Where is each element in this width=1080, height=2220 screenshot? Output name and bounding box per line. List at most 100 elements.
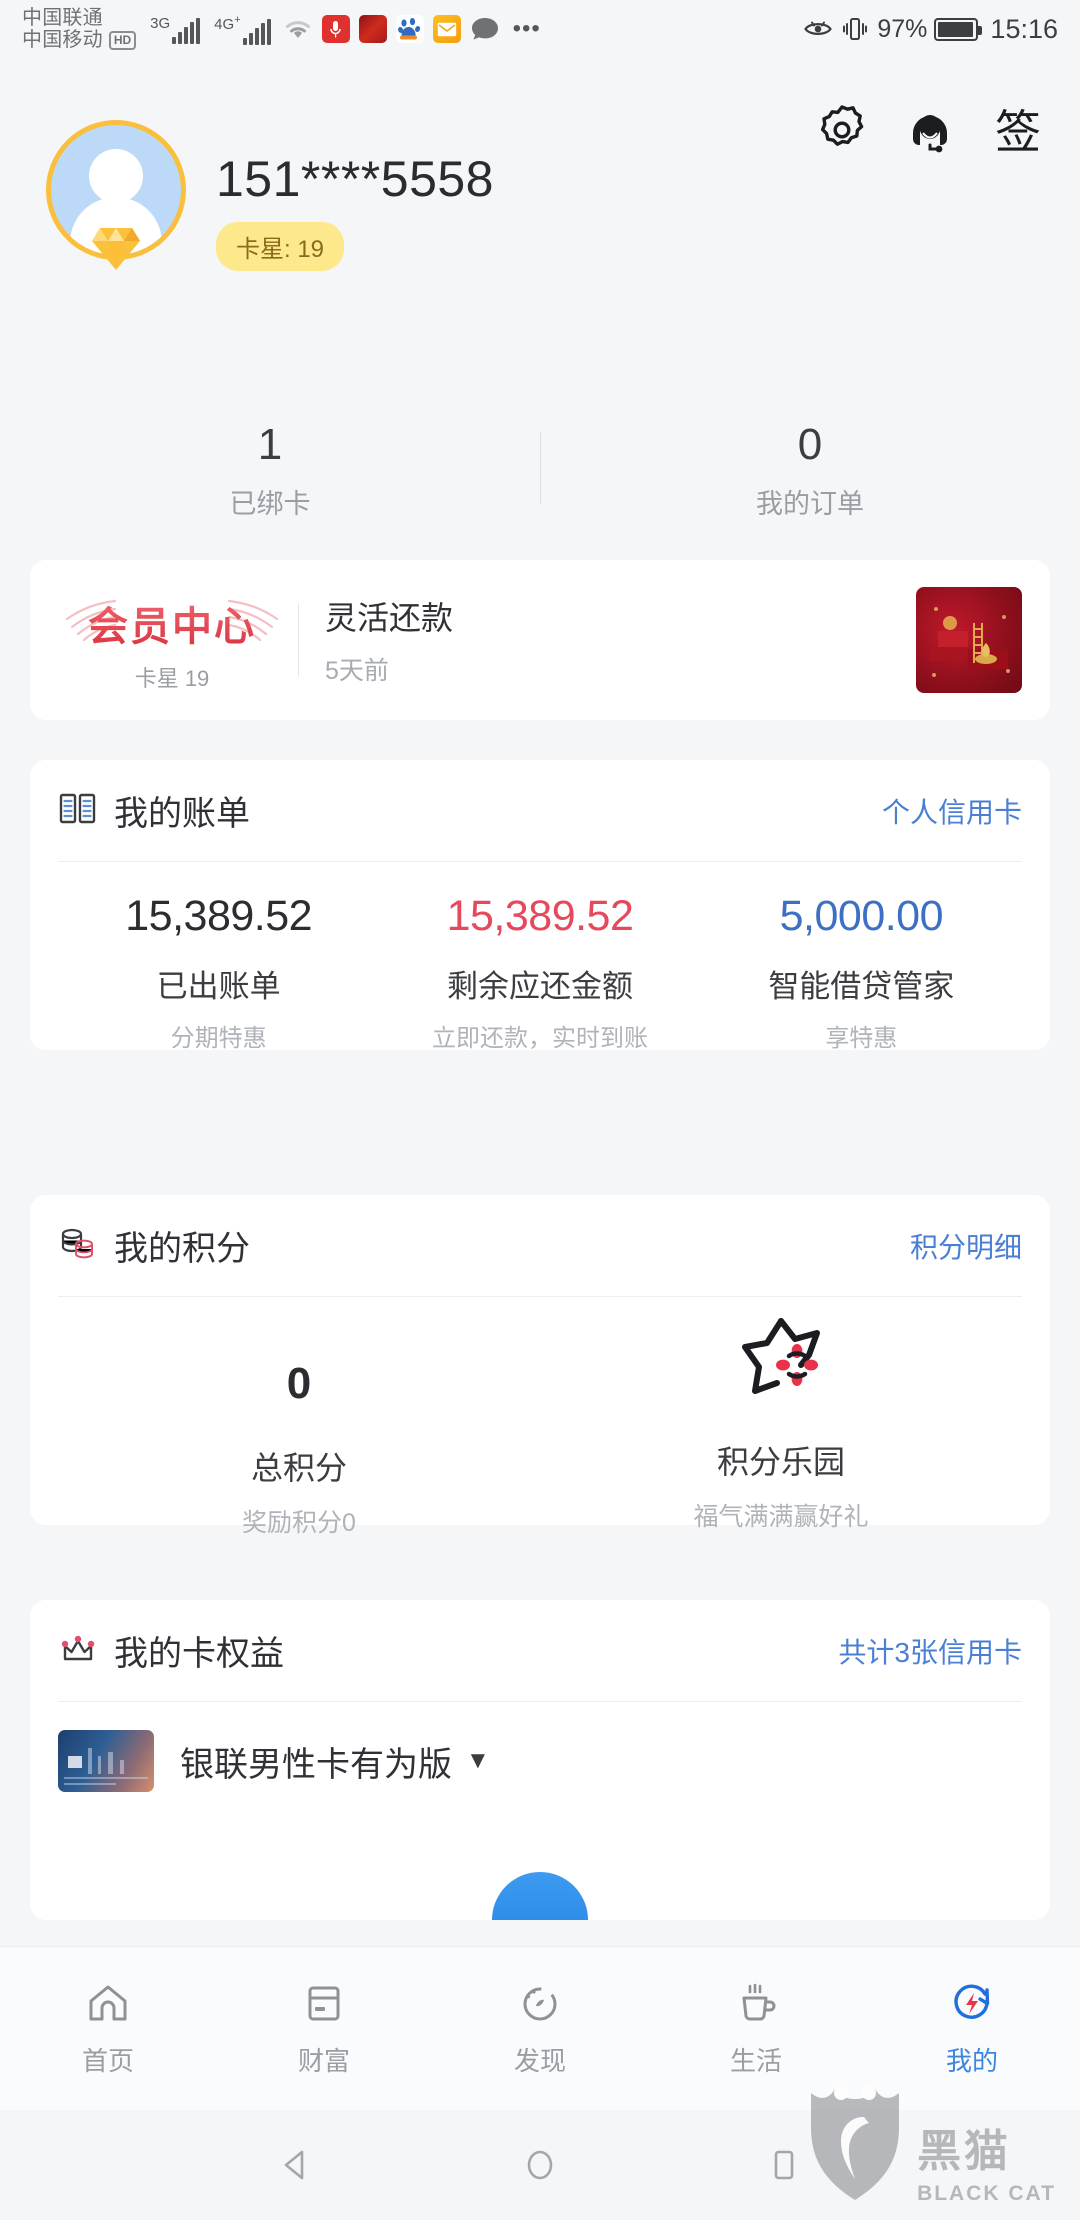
nav-item-home-label: 首页 — [81, 2046, 134, 2076]
credit-card-name: 银联男性卡有为版 — [180, 1745, 452, 1784]
points-detail-link[interactable]: 积分明细 — [910, 1226, 1022, 1266]
bill-card-separator — [58, 861, 1022, 862]
stat-my-orders-value: 0 — [797, 420, 823, 469]
bill-item-remaining[interactable]: 15,389.52 剩余应还金额 立即还款，实时到账 — [379, 892, 700, 1053]
benefits-card-header: 我的卡权益 共计3张信用卡 — [58, 1626, 1022, 1675]
star-park-icon — [725, 1318, 837, 1403]
avatar-wrapper[interactable] — [46, 120, 186, 270]
watermark: 黑猫 BLACK CAT — [807, 2083, 1056, 2206]
stat-my-orders-label: 我的订单 — [756, 489, 864, 519]
points-park-label: 积分乐园 — [716, 1444, 845, 1480]
bill-item-remaining-label: 剩余应还金额 — [446, 969, 633, 1004]
vibrate-icon — [840, 14, 870, 44]
stats-divider — [540, 432, 541, 504]
headset-icon — [903, 103, 957, 162]
member-card-time: 5天前 — [325, 657, 389, 685]
hd-badge: HD — [108, 30, 137, 50]
nav-item-profile-label: 我的 — [945, 2046, 998, 2076]
coins-icon — [58, 1223, 98, 1268]
carrier-row-2: 中国移动 HD — [22, 29, 137, 51]
more-dots-icon: ••• — [512, 15, 541, 42]
home-circle-icon[interactable] — [518, 2143, 562, 2187]
credit-card-row[interactable]: 银联男性卡有为版 ▼ — [58, 1730, 1022, 1792]
status-right-group: 97% 15:16 — [803, 14, 1058, 45]
cup-icon — [733, 1979, 779, 2027]
nav-item-discover[interactable]: 发现 — [432, 1979, 648, 2078]
network-type-2-label: 4G+ — [214, 13, 241, 33]
bill-item-loan-manager[interactable]: 5,000.00 智能借贷管家 享特惠 — [701, 892, 1022, 1053]
promo-thumbnail[interactable] — [916, 587, 1022, 693]
benefits-card-separator — [58, 1701, 1022, 1702]
nav-item-profile[interactable]: 我的 — [864, 1979, 1080, 2078]
baidu-icon — [395, 15, 424, 43]
member-star-label: 卡星 19 — [134, 666, 210, 691]
stat-my-orders[interactable]: 0 我的订单 — [540, 420, 1080, 521]
bill-item-loan-value: 5,000.00 — [779, 892, 944, 940]
black-cat-logo-icon — [807, 2083, 903, 2206]
bill-item-loan-label: 智能借贷管家 — [768, 969, 955, 1004]
bill-item-remaining-sub: 立即还款，实时到账 — [431, 1025, 648, 1052]
nav-item-discover-label: 发现 — [513, 2046, 566, 2076]
member-center-card[interactable]: 会员中心 卡星 19 灵活还款 5天前 — [30, 560, 1050, 720]
avatar-head-shape — [89, 149, 143, 203]
total-credit-cards-link[interactable]: 共计3张信用卡 — [838, 1631, 1022, 1671]
star-level-badge[interactable]: 卡星: 19 — [216, 222, 345, 271]
member-card-text: 灵活还款 5天前 — [325, 593, 916, 687]
member-center-logo-text: 会员中心 — [88, 594, 256, 652]
bill-item-statement[interactable]: 15,389.52 已出账单 分期特惠 — [58, 892, 379, 1053]
points-content-row: 0 总积分 奖励积分0 积分乐园 福气满满赢好礼 — [58, 1318, 1022, 1539]
header-actions: 签 — [814, 104, 1046, 160]
gear-icon — [815, 103, 869, 162]
member-card-title: 灵活还款 — [325, 600, 454, 636]
carrier-2-label: 中国移动 — [22, 29, 103, 51]
card-benefits-card: 我的卡权益 共计3张信用卡 银联男性卡有为版 ▼ — [30, 1600, 1050, 1920]
carrier-row-1: 中国联通 — [22, 7, 136, 29]
member-logo-block: 会员中心 卡星 19 — [52, 587, 292, 693]
points-card-header: 我的积分 积分明细 — [58, 1221, 1022, 1270]
points-park-sub: 福气满满赢好礼 — [693, 1503, 869, 1531]
stat-bound-cards-value: 1 — [257, 420, 283, 469]
chat-icon — [470, 14, 500, 44]
sign-in-label: 签 — [995, 106, 1041, 158]
discover-icon — [517, 1979, 563, 2027]
recents-square-icon[interactable] — [762, 2143, 806, 2187]
network-type-1-label: 3G — [150, 14, 171, 32]
carrier-info: 中国联通 中国移动 HD — [22, 7, 137, 52]
card-icon — [301, 1979, 347, 2027]
back-triangle-icon[interactable] — [274, 2143, 318, 2187]
personal-credit-card-link[interactable]: 个人信用卡 — [882, 791, 1022, 831]
chevron-down-icon[interactable]: ▼ — [466, 1747, 490, 1775]
profile-icon — [949, 1979, 995, 2027]
customer-service-button[interactable] — [902, 104, 958, 160]
app-red-icon — [358, 15, 387, 43]
app-screen: 中国联通 中国移动 HD 3G 4G+ ••• 97% 15:16 签 151*… — [0, 0, 1080, 2220]
watermark-text: 黑猫 BLACK CAT — [917, 2130, 1056, 2206]
bill-item-remaining-value: 15,389.52 — [446, 892, 634, 940]
member-card-divider — [298, 603, 299, 677]
signal-group-2: 4G+ — [214, 13, 271, 45]
bill-item-statement-value: 15,389.52 — [125, 892, 313, 940]
nav-item-wealth-label: 财富 — [297, 2046, 350, 2076]
nav-item-life-label: 生活 — [729, 2046, 782, 2076]
stat-bound-cards[interactable]: 1 已绑卡 — [0, 420, 540, 521]
signal-group-1: 3G — [150, 14, 201, 44]
gem-icon — [89, 224, 143, 274]
points-total-block[interactable]: 0 总积分 奖励积分0 — [58, 1319, 540, 1539]
home-icon — [85, 1979, 131, 2027]
nav-item-life[interactable]: 生活 — [648, 1979, 864, 2078]
mail-icon — [432, 15, 461, 43]
points-park-block[interactable]: 积分乐园 福气满满赢好礼 — [540, 1318, 1022, 1539]
battery-icon — [934, 17, 983, 41]
bill-card-title: 我的账单 — [114, 795, 250, 833]
wifi-icon — [283, 14, 313, 44]
nav-item-home[interactable]: 首页 — [0, 1979, 216, 2078]
settings-gear-button[interactable] — [814, 104, 870, 160]
blue-circle-decoration — [492, 1872, 588, 1920]
nav-item-wealth[interactable]: 财富 — [216, 1979, 432, 2078]
eye-icon — [803, 14, 833, 44]
my-bill-card: 我的账单 个人信用卡 15,389.52 已出账单 分期特惠 15,389.52… — [30, 760, 1050, 1053]
sign-in-button[interactable]: 签 — [990, 104, 1046, 160]
status-icon-tray: ••• — [283, 14, 541, 44]
member-center-logo: 会员中心 — [57, 587, 287, 659]
signal-bars-1-icon — [172, 17, 201, 44]
